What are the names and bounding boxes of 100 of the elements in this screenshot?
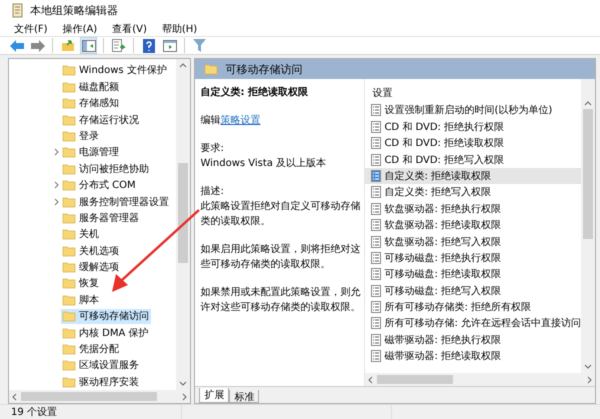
setting-row[interactable]: 设置强制重新启动的时间(以秒为单位) xyxy=(365,102,581,119)
folder-icon xyxy=(62,212,76,224)
tree-item-label: 恢复 xyxy=(79,276,99,290)
setting-row[interactable]: 自定义类: 拒绝写入权限 xyxy=(365,184,581,201)
tree-item-label: 区域设置服务 xyxy=(79,358,139,372)
tree-item[interactable]: 关机 xyxy=(61,226,101,242)
tree-item[interactable]: 驱动程序安装 xyxy=(61,374,141,390)
tree-item[interactable]: 磁盘配额 xyxy=(61,79,121,94)
forward-button[interactable] xyxy=(29,37,46,54)
tree-item-label: 分布式 COM xyxy=(79,178,136,192)
setting-label: 设置强制重新启动的时间(以秒为单位) xyxy=(384,104,552,118)
menu-item[interactable]: 查看(V) xyxy=(112,22,147,36)
folder-icon xyxy=(62,80,76,93)
vertical-scrollbar[interactable] xyxy=(581,79,595,373)
tree-item-label: 存储感知 xyxy=(79,96,119,110)
document-icon xyxy=(371,170,382,182)
menu-item[interactable]: 帮助(H) xyxy=(162,22,198,36)
document-icon xyxy=(371,186,382,198)
setting-row[interactable]: 磁带驱动器: 拒绝执行权限 xyxy=(365,332,581,348)
tree-item[interactable]: 凭据分配 xyxy=(61,342,121,357)
view-tab[interactable]: 扩展 xyxy=(199,388,230,403)
tree-item[interactable]: 区域设置服务 xyxy=(61,358,141,373)
tree-item[interactable]: 脚本 xyxy=(61,292,101,308)
folder-icon xyxy=(62,114,76,126)
folder-icon xyxy=(62,294,76,306)
folder-icon xyxy=(62,162,76,175)
policy-settings-link[interactable]: 策略设置 xyxy=(220,115,260,126)
column-header[interactable]: 设置 xyxy=(365,84,581,102)
folder-icon xyxy=(62,97,76,110)
document-icon xyxy=(371,317,382,330)
tree-item[interactable]: 存储感知 xyxy=(61,96,121,111)
menu-item[interactable]: 操作(A) xyxy=(62,22,98,36)
folder-icon xyxy=(62,244,76,257)
setting-row[interactable]: 所有可移动存储: 允许在远程会话中直接访问 xyxy=(365,315,581,332)
chevron-icon[interactable] xyxy=(54,148,58,156)
tree-item-label: Windows 文件保护 xyxy=(79,64,167,78)
help-icon xyxy=(142,38,154,53)
view-tab[interactable]: 标准 xyxy=(229,390,260,403)
setting-label: CD 和 DVD: 拒绝读取权限 xyxy=(384,136,504,150)
export-list-icon xyxy=(112,39,126,52)
tree-item[interactable]: Windows 文件保护 xyxy=(61,62,169,78)
filter-button[interactable] xyxy=(191,37,208,54)
horizontal-scrollbar[interactable] xyxy=(365,373,595,386)
tree-item-label: 存储运行状况 xyxy=(79,114,139,127)
pane-button[interactable] xyxy=(161,37,178,54)
setting-row[interactable]: 可移动磁盘: 拒绝写入权限 xyxy=(365,282,581,299)
setting-row[interactable]: CD 和 DVD: 拒绝读取权限 xyxy=(365,134,581,152)
tree-item[interactable]: 内核 DMA 保护 xyxy=(61,325,151,340)
document-icon xyxy=(371,219,382,232)
document-icon xyxy=(371,284,382,297)
setting-row[interactable]: 所有可移动存储类: 拒绝所有权限 xyxy=(365,298,581,316)
tree-item[interactable]: 关机选项 xyxy=(61,243,121,258)
folder-icon xyxy=(62,64,76,76)
tree-item[interactable]: 存储运行状况 xyxy=(61,112,141,128)
tree-item-label: 关机选项 xyxy=(79,244,119,258)
horizontal-scrollbar[interactable] xyxy=(9,390,190,403)
setting-row[interactable]: CD 和 DVD: 拒绝执行权限 xyxy=(365,118,581,135)
tree-button[interactable] xyxy=(80,37,97,54)
setting-label: 磁带驱动器: 拒绝读取权限 xyxy=(384,350,501,364)
setting-row[interactable]: 磁带驱动器: 拒绝读取权限 xyxy=(365,348,581,364)
setting-label: 所有可移动存储: 允许在远程会话中直接访问 xyxy=(384,316,581,330)
setting-row[interactable]: 软盘驱动器: 拒绝写入权限 xyxy=(365,233,581,250)
tree-item-label: 服务器管理器 xyxy=(79,212,139,225)
tree-item[interactable]: 访问被拒绝协助 xyxy=(61,161,151,176)
help-button[interactable] xyxy=(140,37,157,54)
folder-icon xyxy=(62,359,76,372)
scrollbar-thumb[interactable] xyxy=(21,392,157,401)
tree-item[interactable]: 服务控制管理器设置 xyxy=(61,194,171,209)
tree-item[interactable]: 恢复 xyxy=(61,276,101,291)
tree-item[interactable]: 可移动存储访问 xyxy=(61,308,151,324)
tree-item[interactable]: 分布式 COM xyxy=(61,178,138,193)
tree-item-label: 访问被拒绝协助 xyxy=(79,162,149,176)
document-icon xyxy=(371,334,382,346)
setting-row[interactable]: 软盘驱动器: 拒绝执行权限 xyxy=(365,200,581,217)
setting-row[interactable]: CD 和 DVD: 拒绝写入权限 xyxy=(365,151,581,168)
setting-row[interactable]: 自定义类: 拒绝读取权限 xyxy=(365,168,581,184)
tree-item[interactable]: 缓解选项 xyxy=(61,260,121,275)
setting-label: CD 和 DVD: 拒绝执行权限 xyxy=(384,120,504,134)
scrollbar-thumb[interactable] xyxy=(377,375,454,384)
document-icon xyxy=(371,137,382,150)
scrollbar-thumb[interactable] xyxy=(178,163,188,264)
export-button[interactable] xyxy=(110,37,127,54)
tree-pane-icon xyxy=(82,40,96,52)
tree-item-label: 电源管理 xyxy=(79,146,119,160)
tree-item[interactable]: 电源管理 xyxy=(61,144,121,160)
folder-up-icon xyxy=(60,39,74,52)
setting-row[interactable]: 可移动磁盘: 拒绝读取权限 xyxy=(365,266,581,282)
setting-label: CD 和 DVD: 拒绝写入权限 xyxy=(384,154,504,167)
setting-row[interactable]: 软盘驱动器: 拒绝读取权限 xyxy=(365,216,581,234)
edit-label: 编辑 xyxy=(200,115,220,126)
menu-item[interactable]: 文件(F) xyxy=(14,22,48,36)
tree-item[interactable]: 服务器管理器 xyxy=(61,210,141,226)
setting-row[interactable]: 可移动磁盘: 拒绝执行权限 xyxy=(365,250,581,266)
header-title: 可移动存储访问 xyxy=(225,62,302,77)
requirements-text: Windows Vista 及以上版本 xyxy=(200,156,328,172)
vertical-scrollbar[interactable] xyxy=(176,59,190,390)
action-pane-icon xyxy=(162,40,176,52)
document-icon xyxy=(371,301,382,314)
scrollbar-thumb[interactable] xyxy=(583,109,593,240)
tree-item[interactable]: 登录 xyxy=(61,128,101,144)
